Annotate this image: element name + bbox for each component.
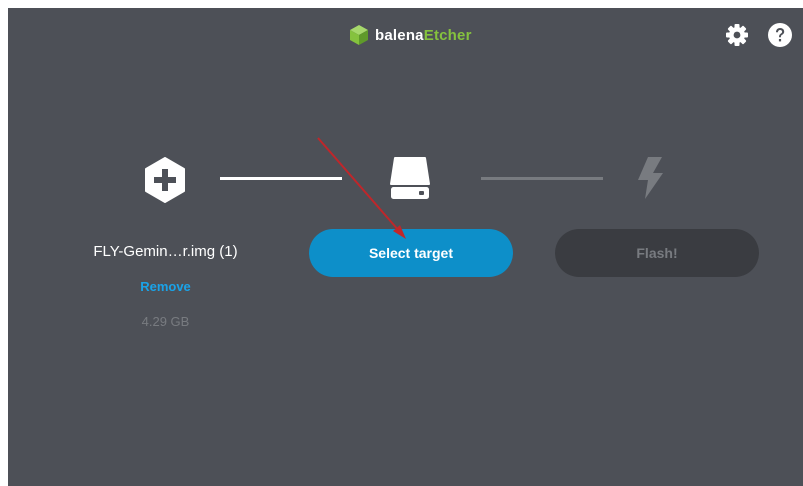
- cube-logo-icon: [350, 25, 368, 45]
- connector-source-target: [220, 177, 342, 180]
- settings-button[interactable]: [724, 22, 750, 48]
- flash-icon-wrap: [635, 156, 665, 205]
- image-file-name: FLY-Gemin…r.img (1): [93, 243, 238, 260]
- plus-hexagon-icon: [145, 157, 185, 203]
- image-file-size: 4.29 GB: [141, 314, 190, 329]
- brand-logo: balenaEtcher: [349, 24, 472, 46]
- gear-icon: [726, 24, 748, 46]
- target-drive-icon-wrap: [389, 156, 431, 205]
- etcher-window: balenaEtcher FLY-Gemin…r.img (1) Remove …: [8, 8, 803, 486]
- remove-image-link[interactable]: Remove: [68, 279, 263, 294]
- brand-name-etcher: Etcher: [423, 26, 472, 44]
- lightning-bolt-icon: [638, 157, 663, 199]
- flash-button[interactable]: Flash!: [555, 229, 759, 277]
- select-target-button[interactable]: Select target: [309, 229, 513, 277]
- drive-icon: [390, 157, 430, 199]
- help-button[interactable]: [767, 22, 793, 48]
- header: balenaEtcher: [8, 8, 803, 62]
- connector-target-flash: [481, 177, 603, 180]
- select-image-button[interactable]: [144, 157, 186, 208]
- help-circle-icon: [768, 23, 792, 47]
- brand-name-balena: balena: [375, 26, 424, 44]
